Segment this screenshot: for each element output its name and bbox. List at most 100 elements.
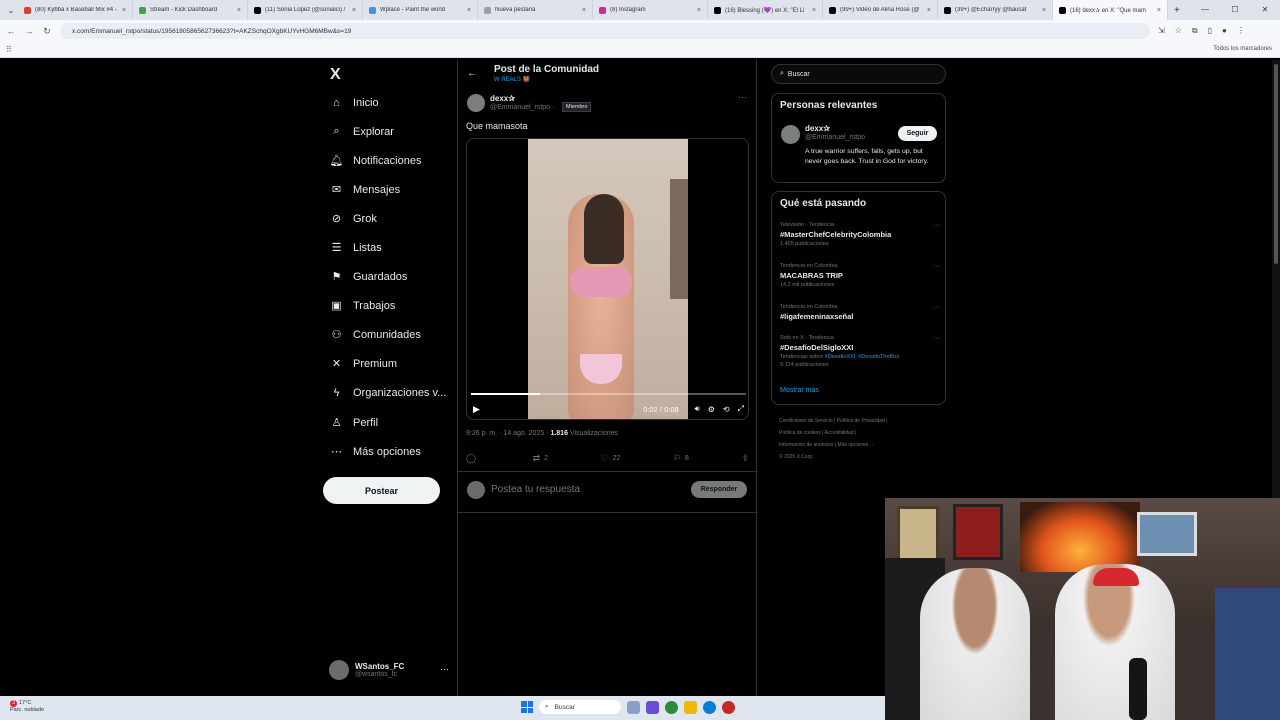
forward-nav-icon[interactable]: →	[24, 26, 34, 36]
browser-tab[interactable]: (99+) Video de Alina Rose (@ ×	[823, 0, 938, 20]
relevant-name[interactable]: dexx✰	[805, 124, 830, 133]
footer-line[interactable]: Información de anuncios | Más opciones ·…	[779, 439, 949, 451]
sidebar-item-inicio[interactable]: ⌂ Inicio	[330, 96, 379, 109]
footer-line[interactable]: Política de cookies | Accesibilidad |	[779, 427, 949, 439]
sidebar-item-comunidades[interactable]: ⚇ Comunidades	[330, 328, 421, 342]
volume-icon[interactable]: 🔊︎	[695, 404, 700, 414]
follow-button[interactable]: Seguir	[898, 126, 937, 141]
tab-close-icon[interactable]: ×	[122, 7, 126, 14]
tab-close-icon[interactable]: ×	[352, 7, 356, 14]
browser-menu-icon[interactable]: ⋮	[1237, 26, 1245, 36]
more-icon[interactable]: ···	[933, 222, 940, 229]
avatar[interactable]	[781, 125, 800, 144]
like-button[interactable]: ♡ 22	[601, 453, 621, 464]
more-icon[interactable]: ···	[933, 335, 940, 342]
browser-tab[interactable]: (16) Blessing (💜) en X: "El Li ×	[708, 0, 823, 20]
install-icon[interactable]: ⇲	[1158, 26, 1165, 36]
author-name[interactable]: dexx✰	[490, 94, 515, 103]
reload-icon[interactable]: ↻	[42, 26, 52, 37]
chrome-icon[interactable]	[665, 700, 678, 714]
tab-close-icon[interactable]: ×	[1157, 7, 1161, 14]
tab-close-icon[interactable]: ×	[467, 7, 471, 14]
community-link[interactable]: W REALS 👹	[494, 76, 530, 83]
tab-close-icon[interactable]: ×	[237, 7, 241, 14]
sidebar-item-explorar[interactable]: ⌕ Explorar	[330, 125, 394, 138]
minimize-icon[interactable]: —	[1190, 0, 1220, 20]
retweet-button[interactable]: ⇄ 2	[533, 453, 548, 464]
tab-close-icon[interactable]: ×	[1042, 7, 1046, 14]
sidebar-item-perfil[interactable]: ♙ Perfil	[330, 416, 379, 430]
file-explorer-icon[interactable]	[684, 700, 697, 714]
relevant-handle[interactable]: @Emmanuel_rstpo	[805, 134, 865, 141]
trend-item[interactable]: Televisión · Tendencia #MasterChefCelebr…	[780, 222, 940, 247]
browser-tab[interactable]: (8) Instagram ×	[593, 0, 708, 20]
bookmark-star-icon[interactable]: ☆	[1175, 26, 1182, 36]
avatar[interactable]	[467, 94, 485, 112]
show-more-link[interactable]: Mostrar más	[780, 387, 819, 394]
browser-tab[interactable]: Wplace - Paint the world ×	[363, 0, 478, 20]
reply-button[interactable]: ◯	[466, 453, 480, 464]
video-progress-bar[interactable]	[471, 393, 746, 395]
video-player[interactable]: ▶ 0:02 / 0:08 🔊︎ ⚙ ⟲ ⤢	[466, 138, 749, 420]
sidebar-item-guardados[interactable]: ⚑ Guardados	[330, 270, 408, 284]
browser-tab[interactable]: Stream - Kick Dashboard ×	[133, 0, 248, 20]
browser-tab[interactable]: (39+) @Echarryy @baucat ×	[938, 0, 1053, 20]
sidebar-item-notificaciones[interactable]: 🔔︎ Notificaciones	[330, 154, 422, 168]
edge-icon[interactable]	[703, 700, 716, 714]
more-icon[interactable]: ···	[933, 304, 940, 311]
more-icon[interactable]: ···	[933, 263, 940, 270]
close-window-icon[interactable]: ✕	[1250, 0, 1280, 20]
new-tab-button[interactable]: +	[1168, 5, 1186, 16]
sidebar-item-organizaciones-v[interactable]: ϟ Organizaciones v...	[330, 386, 447, 399]
share-button[interactable]: ⇪	[741, 453, 749, 464]
fullscreen-icon[interactable]: ⤢	[738, 404, 744, 414]
tab-close-icon[interactable]: ×	[927, 7, 931, 14]
browser-tab[interactable]: (16) dexx✰ en X: "Que mam ×	[1053, 0, 1168, 20]
apps-grid-icon[interactable]: ⠿	[6, 45, 12, 54]
taskbar-search[interactable]: ⌕ Buscar	[539, 700, 621, 714]
reply-submit-button[interactable]: Responder	[691, 481, 747, 498]
app-icon[interactable]	[722, 700, 735, 714]
browser-tab[interactable]: Nueva pestaña ×	[478, 0, 593, 20]
account-switcher[interactable]: WSantos_FC @wsantos_fc ···	[329, 660, 449, 680]
sidebar-item-más-opciones[interactable]: ⋯ Más opciones	[330, 445, 421, 459]
x-logo-icon[interactable]: X	[330, 66, 341, 84]
taskview-icon[interactable]	[627, 700, 640, 714]
more-icon[interactable]: ···	[738, 92, 747, 102]
play-icon[interactable]: ▶	[473, 404, 480, 415]
browser-tab[interactable]: (80) Kybba x Baseball Mix #4 - ×	[18, 0, 133, 20]
all-bookmarks-link[interactable]: Todos los marcadores	[1213, 46, 1272, 52]
tab-close-icon[interactable]: ×	[812, 7, 816, 14]
author-handle[interactable]: @Emmanuel_rstpo ·	[490, 104, 554, 111]
sidepanel-icon[interactable]: ▯	[1208, 26, 1212, 36]
back-arrow-icon[interactable]: ←	[467, 68, 477, 79]
trend-item[interactable]: Tendencia en Colombia #ligafemeninaxseña…	[780, 304, 940, 321]
tab-list-icon[interactable]: ⌄	[4, 6, 18, 15]
trend-item[interactable]: Solo en X · Tendencia #DesafíoDelSigloXX…	[780, 335, 940, 368]
search-input[interactable]: ⌕ Buscar	[771, 64, 946, 84]
tab-close-icon[interactable]: ×	[582, 7, 586, 14]
bookmark-button[interactable]: ⚐ 8	[673, 453, 689, 464]
trend-item[interactable]: Tendencia en Colombia MACABRAS TRIP 14,2…	[780, 263, 940, 288]
sidebar-item-listas[interactable]: ☰ Listas	[330, 241, 382, 255]
extensions-icon[interactable]: ⧉	[1192, 26, 1198, 36]
tab-close-icon[interactable]: ×	[697, 7, 701, 14]
sidebar-item-trabajos[interactable]: ▣ Trabajos	[330, 299, 395, 313]
weather-widget[interactable]: 3 17°C Parc. nublado	[10, 700, 44, 714]
browser-tab[interactable]: (11) Sonia Lopez (@soniaici) / ×	[248, 0, 363, 20]
maximize-icon[interactable]: ☐	[1220, 0, 1250, 20]
sidebar-item-mensajes[interactable]: ✉ Mensajes	[330, 183, 400, 197]
windows-start-icon[interactable]	[521, 701, 533, 713]
reply-input[interactable]: Postea tu respuesta	[491, 484, 580, 495]
timestamp[interactable]: 9:26 p. m. · 14 ago. 2025 ·	[466, 430, 549, 437]
sidebar-item-premium[interactable]: ✕ Premium	[330, 357, 397, 371]
settings-icon[interactable]: ⚙	[708, 405, 715, 414]
url-field[interactable]: x.com/Emmanuel_rstpo/status/195618058656…	[60, 23, 1150, 39]
loop-icon[interactable]: ⟲	[723, 405, 730, 414]
footer-line[interactable]: Condiciones de Servicio | Política de Pr…	[779, 415, 949, 427]
back-nav-icon[interactable]: ←	[6, 26, 16, 36]
sidebar-item-grok[interactable]: ⊘ Grok	[330, 212, 377, 226]
more-icon[interactable]: ···	[440, 664, 449, 674]
post-button[interactable]: Postear	[323, 477, 440, 504]
profile-avatar-icon[interactable]: ●	[1222, 26, 1227, 36]
